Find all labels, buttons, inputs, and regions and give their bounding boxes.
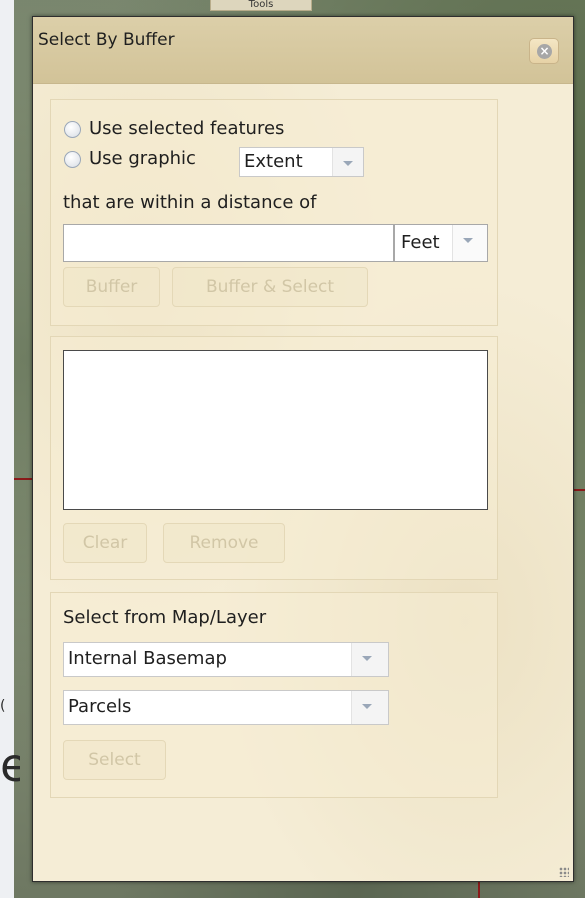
radio-button[interactable] (64, 121, 81, 138)
buffer-and-select-button[interactable]: Buffer & Select (172, 267, 368, 307)
use-selected-features-option[interactable]: Use selected features (64, 118, 364, 142)
radio-label: Use selected features (89, 118, 285, 139)
close-button[interactable]: × (529, 38, 559, 64)
radio-label: Use graphic (89, 148, 196, 169)
remove-button[interactable]: Remove (163, 523, 285, 563)
close-icon: × (537, 44, 552, 59)
chevron-down-icon[interactable] (332, 148, 363, 176)
select-value: Internal Basemap (68, 648, 227, 669)
dialog-title: Select By Buffer (38, 30, 175, 50)
results-list[interactable] (63, 350, 488, 510)
select-value: Feet (401, 232, 440, 253)
buffer-panel: Use selected features Use graphic Extent… (50, 99, 498, 326)
resize-grip-icon[interactable] (559, 867, 569, 877)
clear-button[interactable]: Clear (63, 523, 147, 563)
distance-input[interactable] (63, 224, 394, 262)
dialog-titlebar[interactable]: Select By Buffer × (33, 17, 573, 84)
layer-panel-heading: Select from Map/Layer (63, 607, 267, 628)
select-by-buffer-dialog: Select By Buffer × Use selected features… (32, 16, 574, 882)
tools-tab[interactable]: Tools (210, 0, 312, 11)
select-value: Extent (244, 151, 303, 172)
chevron-down-icon[interactable] (351, 643, 388, 676)
results-panel: Clear Remove (50, 336, 498, 580)
use-graphic-option[interactable]: Use graphic (64, 148, 224, 172)
buffer-button[interactable]: Buffer (63, 267, 160, 307)
layer-select[interactable]: Parcels (63, 690, 389, 725)
chevron-down-icon[interactable] (452, 225, 487, 261)
map-select[interactable]: Internal Basemap (63, 642, 389, 677)
slide-edge-small-text: ( (0, 698, 6, 714)
select-button[interactable]: Select (63, 740, 166, 780)
distance-unit-select[interactable]: Feet (394, 224, 488, 262)
slide-edge-text: e (0, 738, 20, 792)
layer-panel: Select from Map/Layer Internal Basemap P… (50, 592, 498, 798)
select-value: Parcels (68, 696, 132, 717)
graphic-type-select[interactable]: Extent (239, 147, 364, 177)
chevron-down-icon[interactable] (351, 691, 388, 724)
radio-button[interactable] (64, 151, 81, 168)
distance-label: that are within a distance of (63, 192, 317, 213)
